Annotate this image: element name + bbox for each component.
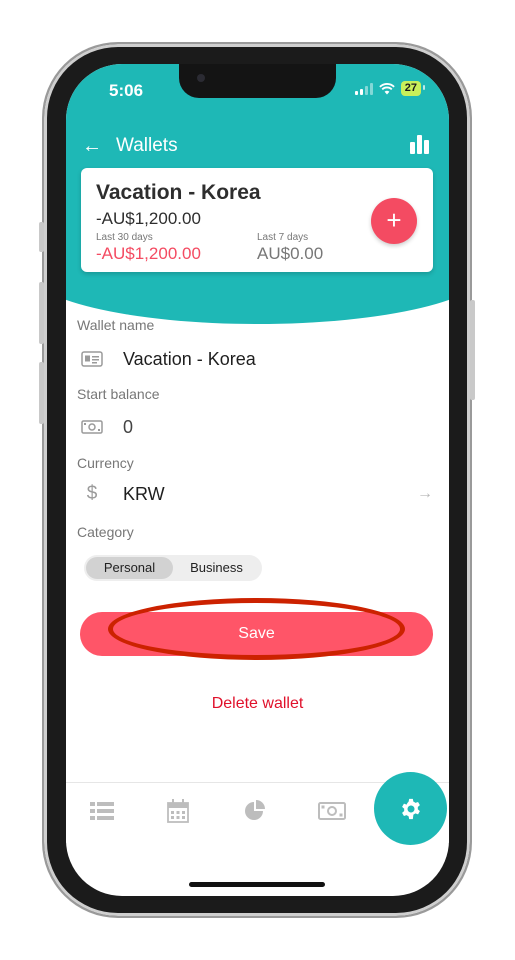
start-balance-label: Start balance (77, 386, 160, 402)
category-option-personal[interactable]: Personal (86, 557, 173, 579)
category-label: Category (77, 524, 134, 540)
pie-chart-icon[interactable] (240, 797, 270, 825)
gear-icon (401, 798, 420, 819)
arrow-right-icon: → (417, 485, 433, 502)
cash-icon[interactable] (317, 797, 347, 825)
camera-dot (197, 74, 205, 82)
wifi-icon (379, 82, 395, 94)
phone-side-button (470, 300, 475, 400)
currency-field[interactable]: $ KRW → (81, 480, 433, 508)
phone-side-button (39, 282, 44, 344)
phone-side-button (39, 362, 44, 424)
cash-icon (81, 419, 103, 435)
currency-value: KRW (123, 483, 165, 504)
start-balance-field[interactable]: 0 (81, 413, 433, 441)
battery-indicator: 27 (400, 81, 426, 96)
save-button[interactable]: Save (80, 612, 433, 656)
category-selector: Personal Business (84, 555, 262, 581)
last-7-days-label: Last 7 days (257, 232, 309, 243)
wallet-summary-card: Vacation - Korea -AU$1,200.00 Last 30 da… (81, 168, 433, 272)
settings-tab-button[interactable] (374, 772, 447, 845)
add-transaction-button[interactable]: + (371, 198, 417, 244)
calendar-icon[interactable] (163, 797, 193, 825)
page-title: Wallets (116, 135, 178, 156)
status-time: 5:06 (109, 81, 144, 100)
dollar-icon: $ (86, 483, 98, 504)
last-30-days-value: -AU$1,200.00 (96, 244, 201, 263)
arrow-left-icon[interactable]: ← (82, 136, 102, 156)
id-card-icon (81, 351, 103, 367)
wallet-balance: -AU$1,200.00 (96, 209, 201, 228)
bar-chart-icon[interactable] (410, 134, 429, 154)
wallet-title: Vacation - Korea (96, 181, 261, 204)
last-30-days-label: Last 30 days (96, 232, 153, 243)
currency-label: Currency (77, 455, 134, 471)
wallet-name-label: Wallet name (77, 317, 155, 333)
phone-side-button (39, 222, 44, 252)
home-indicator[interactable] (189, 882, 325, 887)
app-screen: 5:06 27 ← Wallets Vacation - Korea -AU$1… (66, 64, 449, 896)
start-balance-value: 0 (123, 416, 134, 437)
signal-icon (354, 82, 373, 95)
wallet-name-field[interactable]: Vacation - Korea (81, 345, 433, 373)
app-bar: ← Wallets (82, 131, 429, 161)
last-7-days-value: AU$0.00 (257, 244, 324, 263)
category-option-business[interactable]: Business (173, 557, 260, 579)
status-icons: 27 (354, 81, 426, 96)
list-icon[interactable] (87, 797, 117, 825)
wallet-name-value: Vacation - Korea (123, 348, 256, 369)
delete-wallet-button[interactable]: Delete wallet (66, 695, 449, 713)
